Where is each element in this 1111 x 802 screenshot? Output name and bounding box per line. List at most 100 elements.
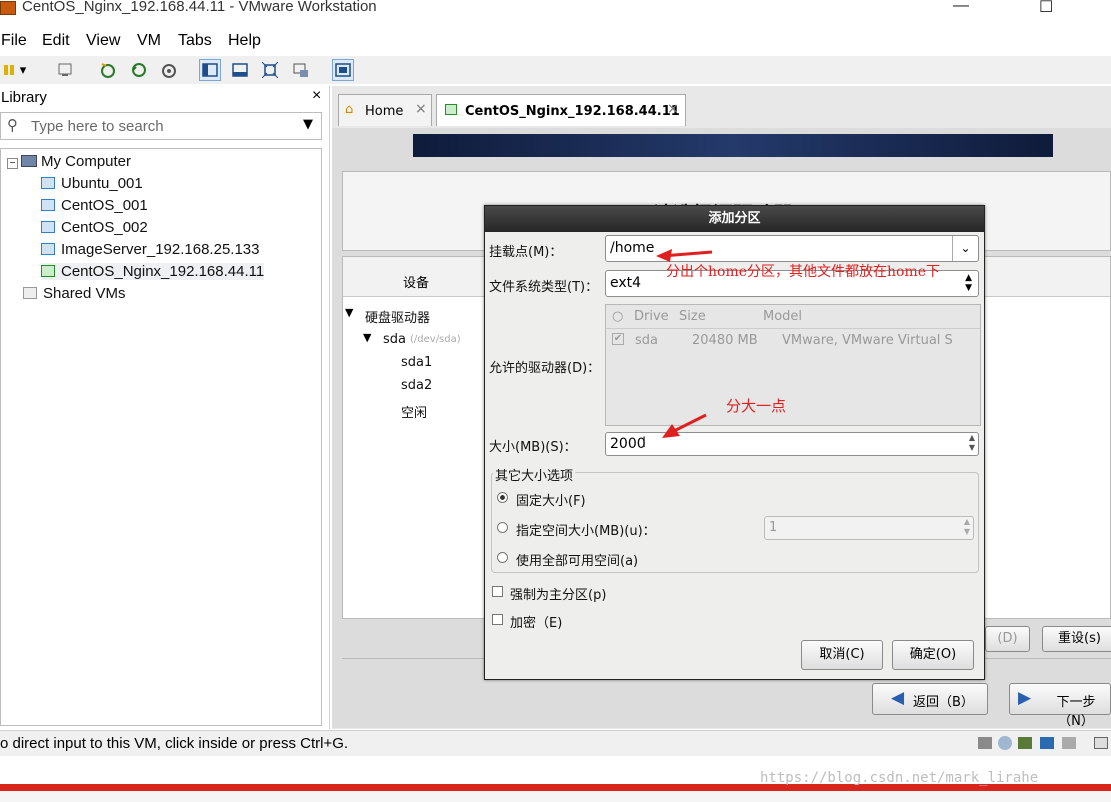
tab-home[interactable]: ⌂ Home × — [338, 94, 432, 126]
maximize-icon[interactable]: ☐ — [1039, 0, 1053, 17]
tree-sda-path: (/dev/sda) — [410, 334, 461, 345]
mount-point-label: 挂载点(M)： — [489, 245, 563, 260]
menu-view[interactable]: View — [86, 32, 120, 50]
snapshot-manager-icon[interactable] — [158, 59, 180, 81]
network-icon[interactable] — [1018, 737, 1032, 749]
fill-size-label[interactable]: 使用全部可用空间(a) — [516, 550, 638, 569]
mount-point-value[interactable]: /home — [610, 240, 654, 256]
delete-button[interactable]: (D) — [985, 626, 1030, 652]
status-bar: o direct input to this VM, click inside … — [0, 730, 1111, 756]
force-primary-checkbox[interactable] — [492, 586, 503, 597]
close-library-icon[interactable]: × — [312, 87, 321, 105]
vm-label: ImageServer_192.168.25.133 — [61, 241, 260, 258]
library-search[interactable]: ⚲ Type here to search ▼ — [0, 112, 322, 140]
mount-point-combo[interactable]: /home ⌄ — [605, 235, 979, 262]
tree-sda1[interactable]: sda1 — [401, 355, 432, 370]
column-model: Model — [763, 309, 803, 324]
menu-vm[interactable]: VM — [137, 32, 161, 50]
close-tab-icon[interactable]: × — [415, 101, 427, 117]
tree-root-my-computer[interactable]: − My Computer — [7, 153, 131, 170]
vm-icon — [41, 243, 55, 255]
cd-dvd-icon[interactable] — [998, 736, 1012, 750]
menu-help[interactable]: Help — [228, 32, 261, 50]
device-column-header: 设备 — [403, 276, 430, 291]
tree-item-vm[interactable]: CentOS_001 — [41, 197, 148, 214]
library-header: Library × — [0, 86, 330, 110]
tab-vm-label: CentOS_Nginx_192.168.44.11 — [465, 104, 680, 119]
drive-name: sda — [635, 333, 658, 348]
next-button[interactable]: ▶ 下一步（N） — [1009, 683, 1111, 729]
tree-free[interactable]: 空闲 — [401, 402, 427, 421]
encrypt-checkbox[interactable] — [492, 614, 503, 625]
back-button[interactable]: ◀ 返回（B） — [872, 683, 988, 715]
chevron-down-icon[interactable]: ⌄ — [952, 236, 978, 261]
bottom-strip — [0, 791, 1111, 802]
display-icon[interactable] — [1094, 737, 1108, 749]
menu-file[interactable]: File — [1, 32, 27, 50]
collapse-icon[interactable]: − — [7, 158, 18, 169]
vm-label: CentOS_Nginx_192.168.44.11 — [61, 263, 265, 280]
unity-icon[interactable] — [290, 59, 312, 81]
size-spinbox[interactable]: 2000 I ▲ ▼ — [605, 432, 979, 456]
usb-icon[interactable] — [1040, 737, 1054, 749]
radio-upto[interactable] — [497, 522, 508, 533]
spin-icon[interactable]: ▲ ▼ — [969, 433, 975, 453]
upto-size-label[interactable]: 指定空间大小(MB)(u)： — [516, 520, 656, 539]
annotation-home-note: 分出个home分区，其他文件都放在home下 — [666, 264, 941, 280]
watermark: https://blog.csdn.net/mark_lirahe — [760, 770, 1039, 786]
power-dropdown-icon[interactable]: ▾ — [16, 59, 30, 81]
minimize-icon[interactable]: — — [953, 0, 969, 15]
search-icon: ⚲ — [7, 116, 18, 134]
search-dropdown-icon[interactable]: ▼ — [303, 117, 313, 132]
arrow-right-icon: ▶ — [1018, 688, 1032, 708]
full-screen-icon[interactable] — [259, 59, 281, 81]
force-primary-label[interactable]: 强制为主分区(p) — [510, 584, 606, 603]
next-label: 下一步（N） — [1056, 695, 1096, 729]
tree-item-shared[interactable]: Shared VMs — [23, 285, 126, 302]
menu-edit[interactable]: Edit — [42, 32, 70, 50]
running-vm-icon — [41, 265, 55, 277]
revert-snapshot-icon[interactable] — [128, 59, 150, 81]
send-ctrl-alt-del-icon[interactable] — [54, 59, 76, 81]
tree-sda2[interactable]: sda2 — [401, 378, 432, 393]
hard-disk-icon[interactable] — [978, 737, 992, 749]
size-value[interactable]: 2000 — [610, 436, 646, 452]
select-column-icon: ○ — [612, 309, 624, 324]
tree-sda[interactable]: sda — [383, 332, 406, 347]
tree-item-vm[interactable]: ImageServer_192.168.25.133 — [41, 241, 259, 258]
reset-button[interactable]: 重设(s) — [1042, 626, 1111, 652]
drives-list-header: ○ Drive Size Model — [606, 305, 980, 329]
expand-icon[interactable]: ▼ — [363, 331, 371, 344]
fixed-size-label[interactable]: 固定大小(F) — [516, 490, 586, 509]
snapshot-icon[interactable] — [97, 59, 119, 81]
tab-vm[interactable]: CentOS_Nginx_192.168.44.11 × — [436, 94, 686, 126]
arrow-left-icon: ◀ — [891, 688, 905, 708]
shared-vms-icon — [23, 287, 37, 299]
menu-tabs[interactable]: Tabs — [178, 32, 212, 50]
radio-fixed[interactable] — [497, 492, 508, 503]
tree-item-vm-selected[interactable]: CentOS_Nginx_192.168.44.11 — [41, 263, 265, 280]
size-label: 大小(MB)(S)： — [489, 440, 577, 455]
expand-icon[interactable]: ▼ — [345, 306, 353, 319]
tree-root-label: My Computer — [41, 153, 132, 170]
show-library-icon[interactable] — [199, 59, 221, 81]
search-input[interactable]: Type here to search — [31, 118, 164, 135]
upto-size-spinbox[interactable]: 1 ▲ ▼ — [764, 516, 974, 540]
annotation-size-note: 分大一点 — [726, 397, 787, 415]
vm-icon — [41, 199, 55, 211]
radio-fill[interactable] — [497, 552, 508, 563]
size-options-title: 其它大小选项 — [493, 465, 576, 484]
ok-button[interactable]: 确定(O) — [892, 640, 974, 670]
close-tab-icon[interactable]: × — [667, 101, 679, 117]
sound-icon[interactable] — [1062, 737, 1076, 749]
tree-hdd[interactable]: 硬盘驱动器 — [365, 307, 430, 326]
tree-item-vm[interactable]: Ubuntu_001 — [41, 175, 143, 192]
thumbnail-bar-icon[interactable] — [229, 59, 251, 81]
tree-item-vm[interactable]: CentOS_002 — [41, 219, 148, 236]
console-view-icon[interactable] — [332, 59, 354, 81]
cancel-button[interactable]: 取消(C) — [801, 640, 883, 670]
drives-label: 允许的驱动器(D)： — [489, 361, 601, 376]
encrypt-label[interactable]: 加密（E) — [510, 612, 562, 631]
spin-icon: ▲ ▼ — [963, 517, 970, 536]
toolbar: ▾ — [0, 56, 1111, 84]
